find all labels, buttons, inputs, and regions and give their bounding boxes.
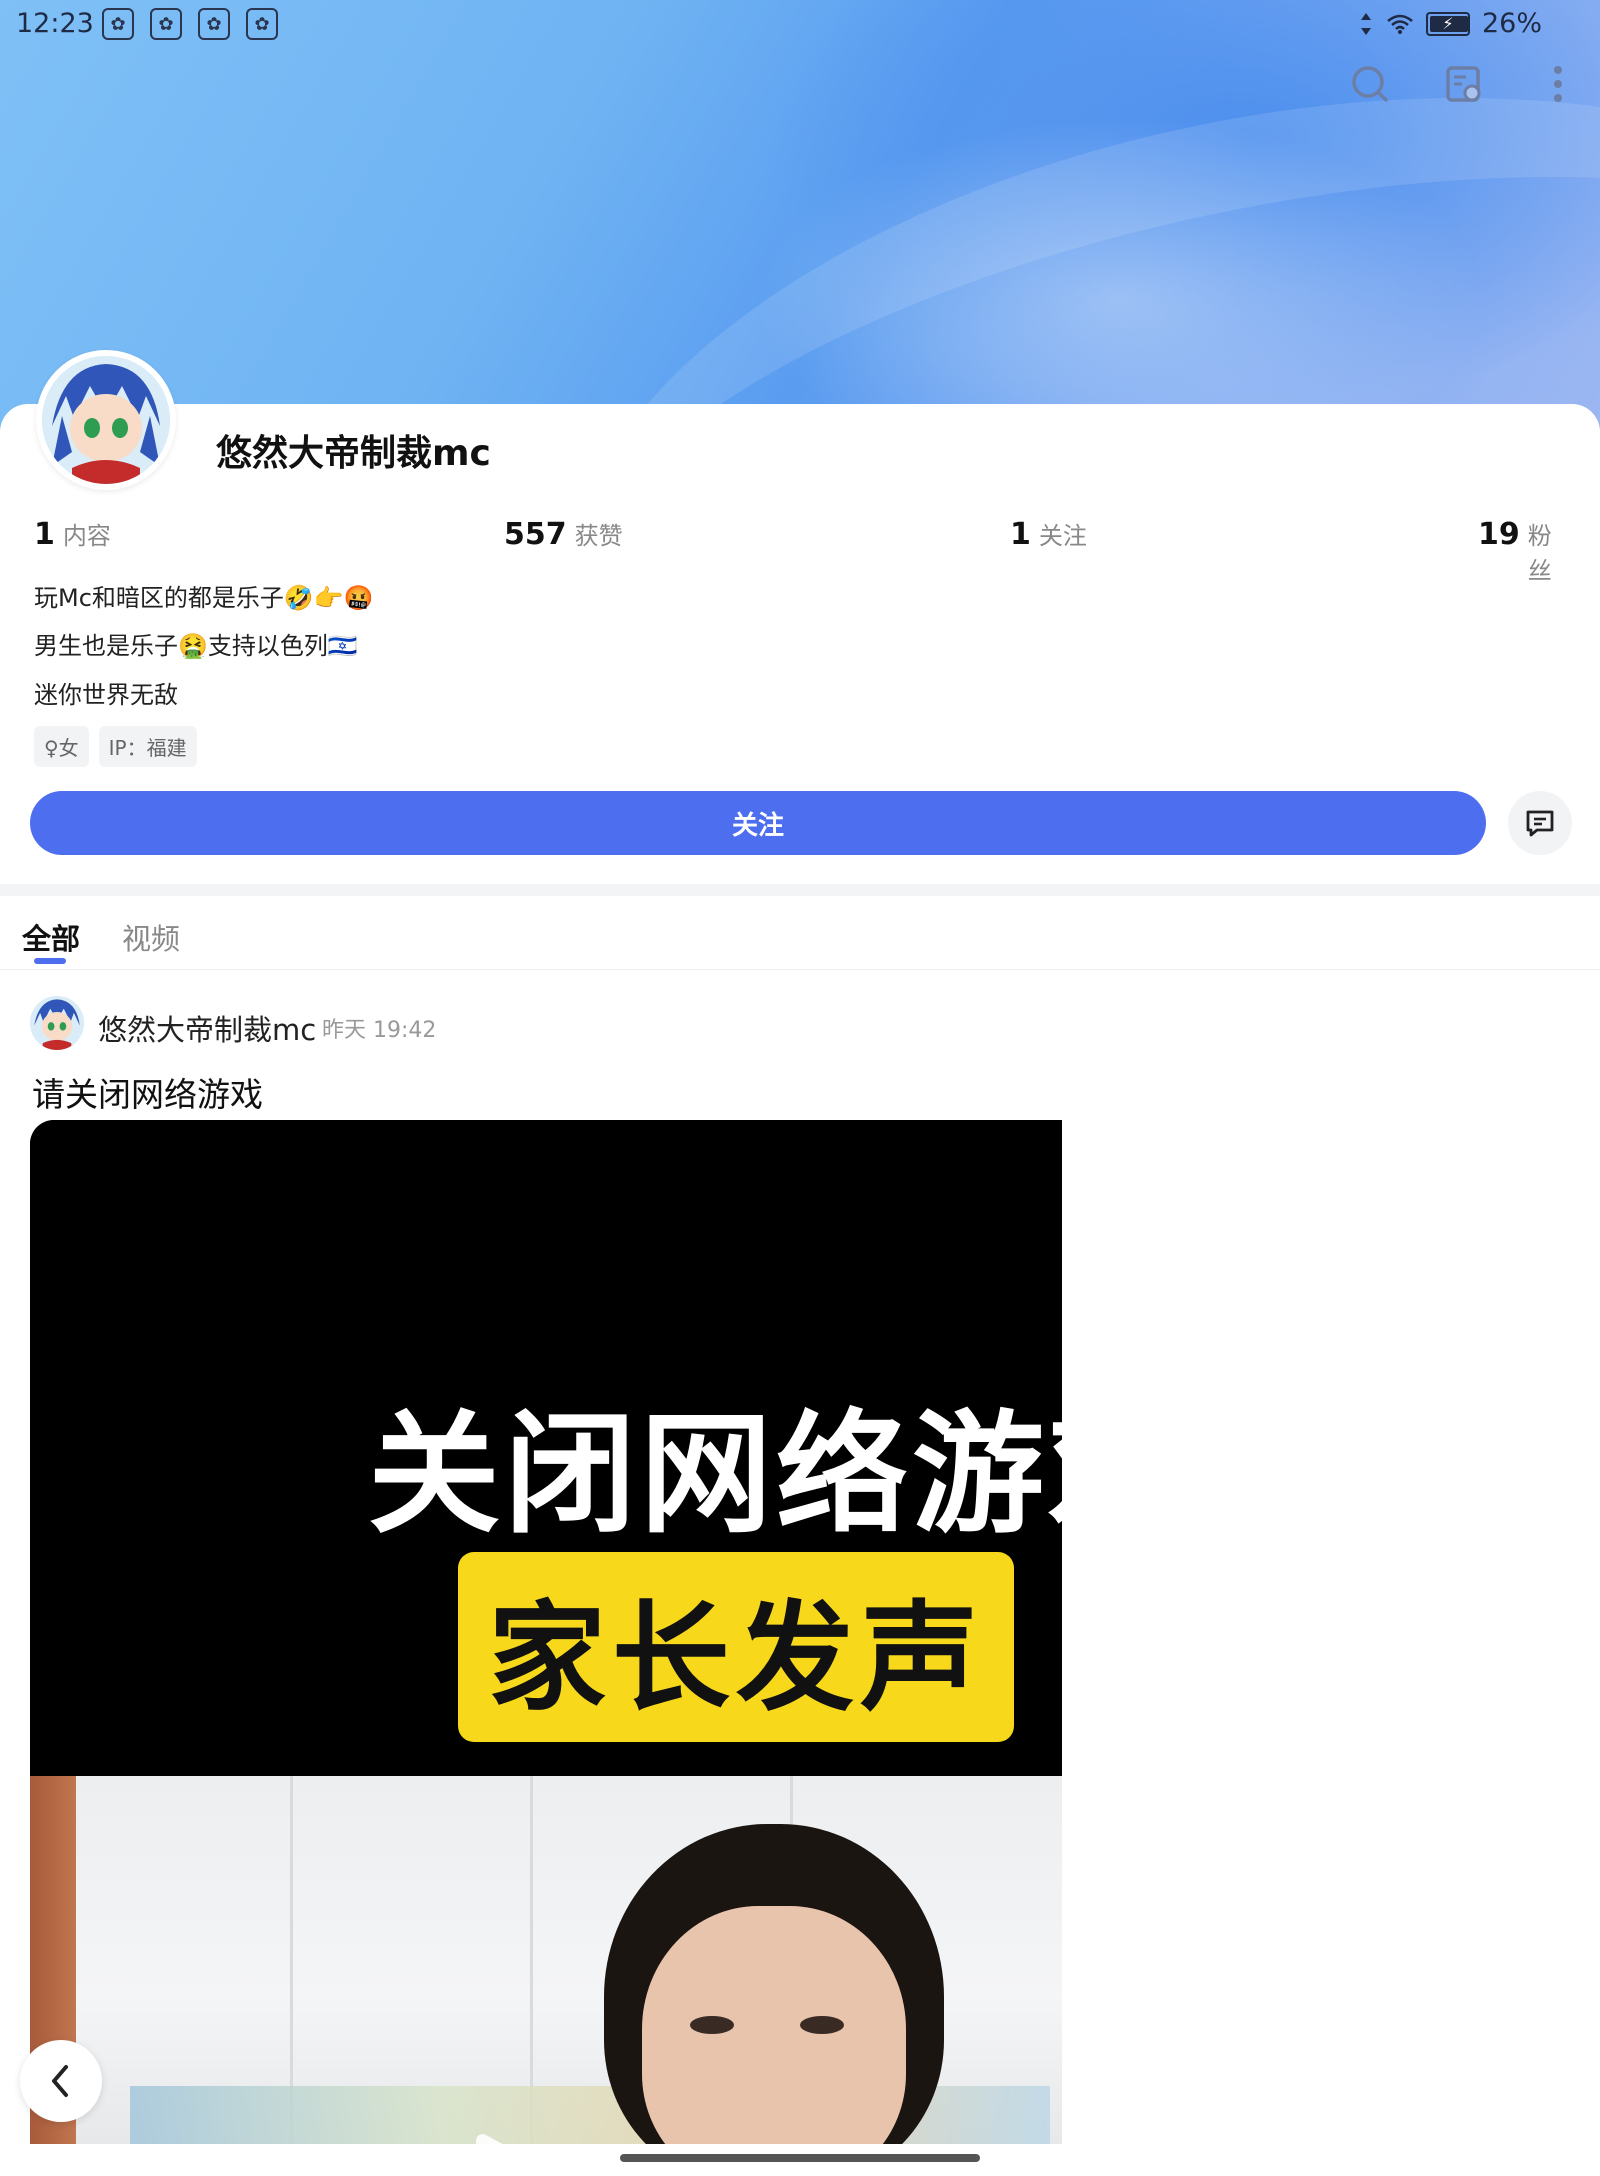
stat-value: 557 (504, 517, 567, 552)
stat-followers[interactable]: 19 粉丝 (1478, 516, 1568, 586)
status-time: 12:23 (16, 8, 94, 39)
play-icon[interactable] (470, 2130, 540, 2144)
ip-location-tag: IP：福建 (98, 726, 197, 767)
stat-label: 内容 (62, 522, 111, 550)
profile-banner: 12:23 ✿ ✿ ✿ ✿ ⚡ 26% (0, 0, 1600, 958)
avatar[interactable] (36, 350, 176, 490)
profile-username: 悠然大帝制裁mc (216, 433, 491, 474)
post-timestamp: 昨天 19:42 (322, 1018, 437, 1043)
notification-icons: ✿ ✿ ✿ ✿ (102, 8, 278, 40)
baidu-paw-icon: ✿ (198, 8, 230, 40)
gender-tag: ♀女 (34, 726, 89, 767)
status-bar: 12:23 ✿ ✿ ✿ ✿ ⚡ 26% (0, 0, 1600, 50)
chat-icon (1526, 810, 1554, 837)
stat-following[interactable]: 1 关注 (1010, 516, 1087, 552)
home-indicator[interactable] (620, 2154, 980, 2162)
video-title-area: 关闭网络游戏 家长发声 (30, 1120, 1062, 1776)
battery-percent: 26% (1481, 8, 1542, 39)
tab-video[interactable]: 视频 (122, 916, 180, 958)
bio-line: 迷你世界无敌 (34, 681, 178, 709)
stat-value: 19 (1478, 517, 1520, 552)
baidu-paw-icon: ✿ (150, 8, 182, 40)
person-eye (690, 2016, 734, 2034)
header-actions (1348, 62, 1580, 106)
status-right: ⚡ 26% (1358, 8, 1542, 39)
chevron-left-icon (52, 2065, 68, 2097)
stat-label: 粉丝 (1527, 522, 1552, 585)
video-scene (30, 1776, 1062, 2144)
back-button[interactable] (20, 2040, 102, 2122)
stat-label: 获赞 (574, 522, 623, 550)
follow-button[interactable]: 关注 (30, 791, 1486, 855)
tab-indicator (34, 958, 66, 964)
stat-label: 关注 (1038, 522, 1087, 550)
bio-line: 男生也是乐子🤮支持以色列🇮🇱 (34, 632, 358, 660)
baidu-paw-icon: ✿ (246, 8, 278, 40)
content-tabs: 全部 视频 (0, 896, 1600, 970)
more-icon[interactable] (1536, 62, 1580, 106)
profile-tags: ♀女 IP：福建 (34, 726, 197, 767)
stat-value: 1 (1010, 517, 1031, 552)
wifi-icon (1387, 14, 1413, 34)
stat-likes[interactable]: 557 获赞 (504, 516, 623, 552)
person-face (642, 1906, 906, 2144)
stat-value: 1 (34, 517, 55, 552)
battery-icon: ⚡ (1425, 11, 1470, 36)
post-author-avatar[interactable] (30, 996, 84, 1050)
video-badge: 家长发声 (458, 1552, 1014, 1742)
message-button[interactable] (1508, 791, 1572, 855)
baidu-paw-icon: ✿ (102, 8, 134, 40)
tab-all[interactable]: 全部 (22, 916, 80, 958)
video-headline: 关闭网络游戏 (368, 1398, 1062, 1552)
stat-content[interactable]: 1 内容 (34, 516, 111, 552)
video-badge-text: 家长发声 (487, 1588, 984, 1727)
profile-page: 12:23 ✿ ✿ ✿ ✿ ⚡ 26% 悠然大帝制裁mc 1 内容 557 获赞… (0, 0, 1600, 2176)
bio-line: 玩Mc和暗区的都是乐子🤣👉🤬 (34, 584, 374, 612)
post-author-name[interactable]: 悠然大帝制裁mc (98, 1007, 316, 1049)
person-eye (800, 2016, 844, 2034)
video-thumbnail[interactable]: 关闭网络游戏 家长发声 (30, 1120, 1062, 2144)
search-icon[interactable] (1348, 62, 1392, 106)
profile-stats: 1 内容 557 获赞 1 关注 19 粉丝 (34, 516, 1568, 585)
post-title[interactable]: 请关闭网络游戏 (32, 1068, 263, 1116)
reader-mode-icon[interactable] (1442, 62, 1486, 106)
signal-icon (1360, 12, 1371, 35)
section-divider (0, 884, 1600, 896)
